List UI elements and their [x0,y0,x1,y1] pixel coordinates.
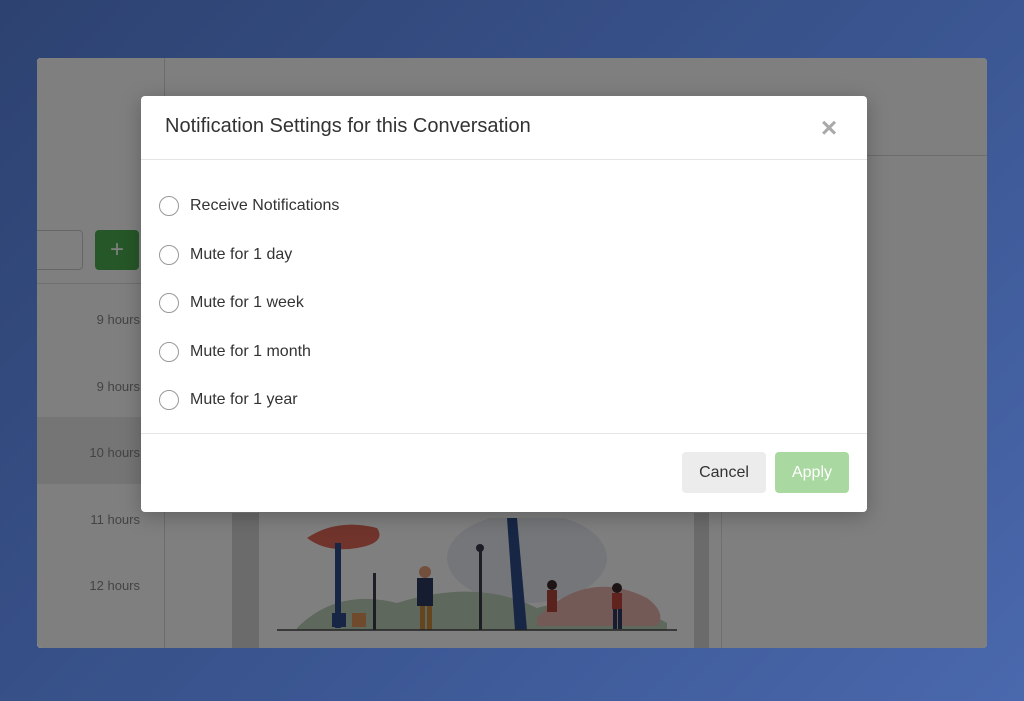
option-label: Mute for 1 week [190,294,304,312]
radio-button[interactable] [159,293,179,314]
modal-header: Notification Settings for this Conversat… [141,96,867,160]
modal-footer: Cancel Apply [141,434,867,511]
option-mute-1-month[interactable]: Mute for 1 month [141,328,867,377]
cancel-button[interactable]: Cancel [682,452,766,493]
modal-body: Receive Notifications Mute for 1 day Mut… [141,160,867,434]
close-icon[interactable]: × [817,114,841,142]
option-receive-notifications[interactable]: Receive Notifications [141,182,867,231]
option-label: Mute for 1 year [190,391,298,409]
option-mute-1-week[interactable]: Mute for 1 week [141,279,867,328]
radio-button[interactable] [159,244,179,265]
notification-settings-modal: Notification Settings for this Conversat… [141,96,867,512]
radio-button[interactable] [159,196,179,217]
apply-button[interactable]: Apply [775,452,849,493]
radio-button[interactable] [159,390,179,411]
option-mute-1-year[interactable]: Mute for 1 year [141,376,867,425]
modal-title: Notification Settings for this Conversat… [165,115,531,137]
radio-button[interactable] [159,341,179,362]
option-label: Mute for 1 day [190,245,293,263]
option-mute-1-day[interactable]: Mute for 1 day [141,231,867,280]
option-label: Receive Notifications [190,197,340,215]
option-label: Mute for 1 month [190,342,311,360]
